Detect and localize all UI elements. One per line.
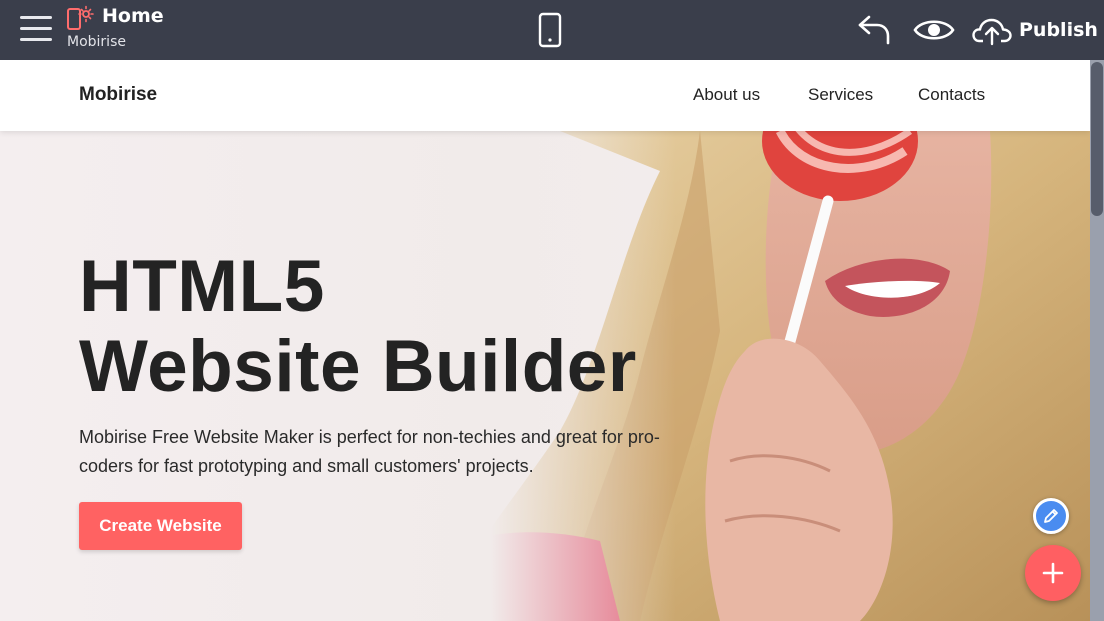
add-block-button[interactable] — [1025, 545, 1081, 601]
nav-link-about-us[interactable]: About us — [693, 85, 760, 105]
site-brand[interactable]: Mobirise — [79, 84, 157, 106]
nav-link-contacts[interactable]: Contacts — [918, 85, 985, 105]
plus-icon — [1042, 562, 1064, 584]
page-icon — [67, 5, 94, 30]
hero-title-line-2: Website Builder — [79, 326, 637, 407]
hero-description: Mobirise Free Website Maker is perfect f… — [79, 427, 660, 476]
pencil-icon — [1044, 509, 1058, 523]
cloud-upload-icon — [972, 18, 1012, 46]
create-website-button[interactable]: Create Website — [79, 502, 242, 550]
undo-icon[interactable] — [855, 12, 893, 46]
preview-eye-icon[interactable] — [913, 16, 955, 44]
site-navbar: Mobirise About us Services Contacts — [0, 60, 1090, 131]
site-preview-canvas: Mobirise About us Services Contacts HTML… — [0, 60, 1090, 621]
editor-toolbar: Home Mobirise Publish — [0, 0, 1104, 60]
page-title[interactable]: Home — [102, 5, 164, 27]
publish-label: Publish — [1019, 19, 1098, 41]
hero-section: HTML5 Website Builder Mobirise Free Webs… — [0, 131, 1090, 621]
nav-link-services[interactable]: Services — [808, 85, 873, 105]
scrollbar-thumb[interactable] — [1091, 62, 1103, 216]
publish-button[interactable]: Publish — [972, 10, 1098, 50]
site-name: Mobirise — [67, 34, 126, 50]
hero-title-line-1: HTML5 — [79, 246, 325, 327]
menu-icon[interactable] — [20, 16, 52, 44]
edit-block-button[interactable] — [1033, 498, 1069, 534]
hero-title: HTML5 Website Builder — [79, 247, 699, 407]
mobile-device-icon[interactable] — [537, 12, 563, 48]
